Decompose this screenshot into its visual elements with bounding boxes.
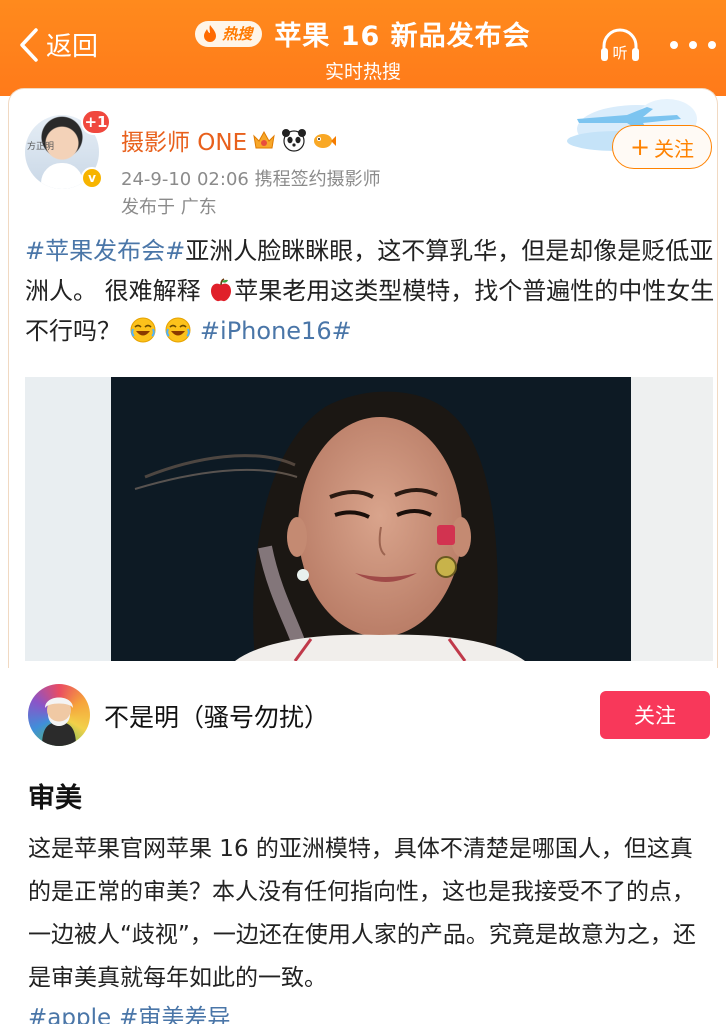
post-meta: 24-9-10 02:06 携程签约摄影师 [121,169,381,190]
more-dot-icon [689,41,697,49]
hot-badge-label: 热搜 [222,25,253,43]
hashtag-link[interactable]: #苹果发布会# [25,237,185,265]
page-title: 苹果 16 新品发布会 [274,21,531,52]
headphones-icon: 听 [601,28,639,62]
post-image[interactable] [25,377,713,661]
follow-label: 关注 [654,136,695,161]
post-location: 发布于 广东 [121,197,217,218]
hashtag-link[interactable]: #审美差异 [119,1005,230,1024]
avatar [42,697,76,746]
author-avatar-wrap[interactable]: 方正明 +1 v [25,109,111,189]
fish-badge-icon [314,134,337,148]
follow-button[interactable]: + 关注 [612,125,712,169]
plus-icon: + [629,133,651,161]
follow-button[interactable]: 关注 [600,691,710,739]
commenter-avatar[interactable] [28,684,90,746]
hashtag-link[interactable]: #iPhone16# [200,317,352,345]
notification-badge: +1 [81,109,111,135]
more-options-button[interactable] [670,34,716,56]
portrait-photo [134,391,525,661]
hashtag-link[interactable]: #apple [28,1005,111,1024]
panda-icon [282,129,307,152]
top-bar: 返回 热搜 苹果 16 新品发布会 实时热搜 听 [0,0,726,96]
post-body: #苹果发布会#亚洲人脸眯眯眼，这不算乳华，但是却像是贬低亚洲人。 很难解释 苹果… [25,231,715,351]
more-dot-icon [670,41,678,49]
comment-body: 这是苹果官网苹果 16 的亚洲模特，具体不清楚是哪国人，但这真的是正常的审美？本… [28,836,696,991]
comment-tags: #apple #审美差异 [28,998,238,1024]
crown-medal-icon [253,130,275,149]
author-name[interactable]: 摄影师 ONE [121,123,247,157]
avatar-tag: 方正明 [27,142,55,152]
post-card: 方正明 +1 v 摄影师 ONE 24-9-10 02:06 携程签约摄影师 发… [8,88,718,668]
comment-heading: 审美 [28,783,82,814]
flame-icon [204,24,217,42]
verified-v-icon: v [81,167,103,189]
author-name-row[interactable]: 摄影师 ONE [121,123,337,157]
more-dot-icon [708,41,716,49]
listen-button[interactable]: 听 [597,26,643,66]
laughing-emoji-icon [130,317,156,343]
hot-search-badge: 热搜 [195,20,263,47]
listen-label: 听 [612,44,627,62]
laughing-emoji-icon [165,317,191,343]
apple-emoji-icon [211,278,232,302]
commenter-name[interactable]: 不是明（骚号勿扰） [104,698,329,734]
